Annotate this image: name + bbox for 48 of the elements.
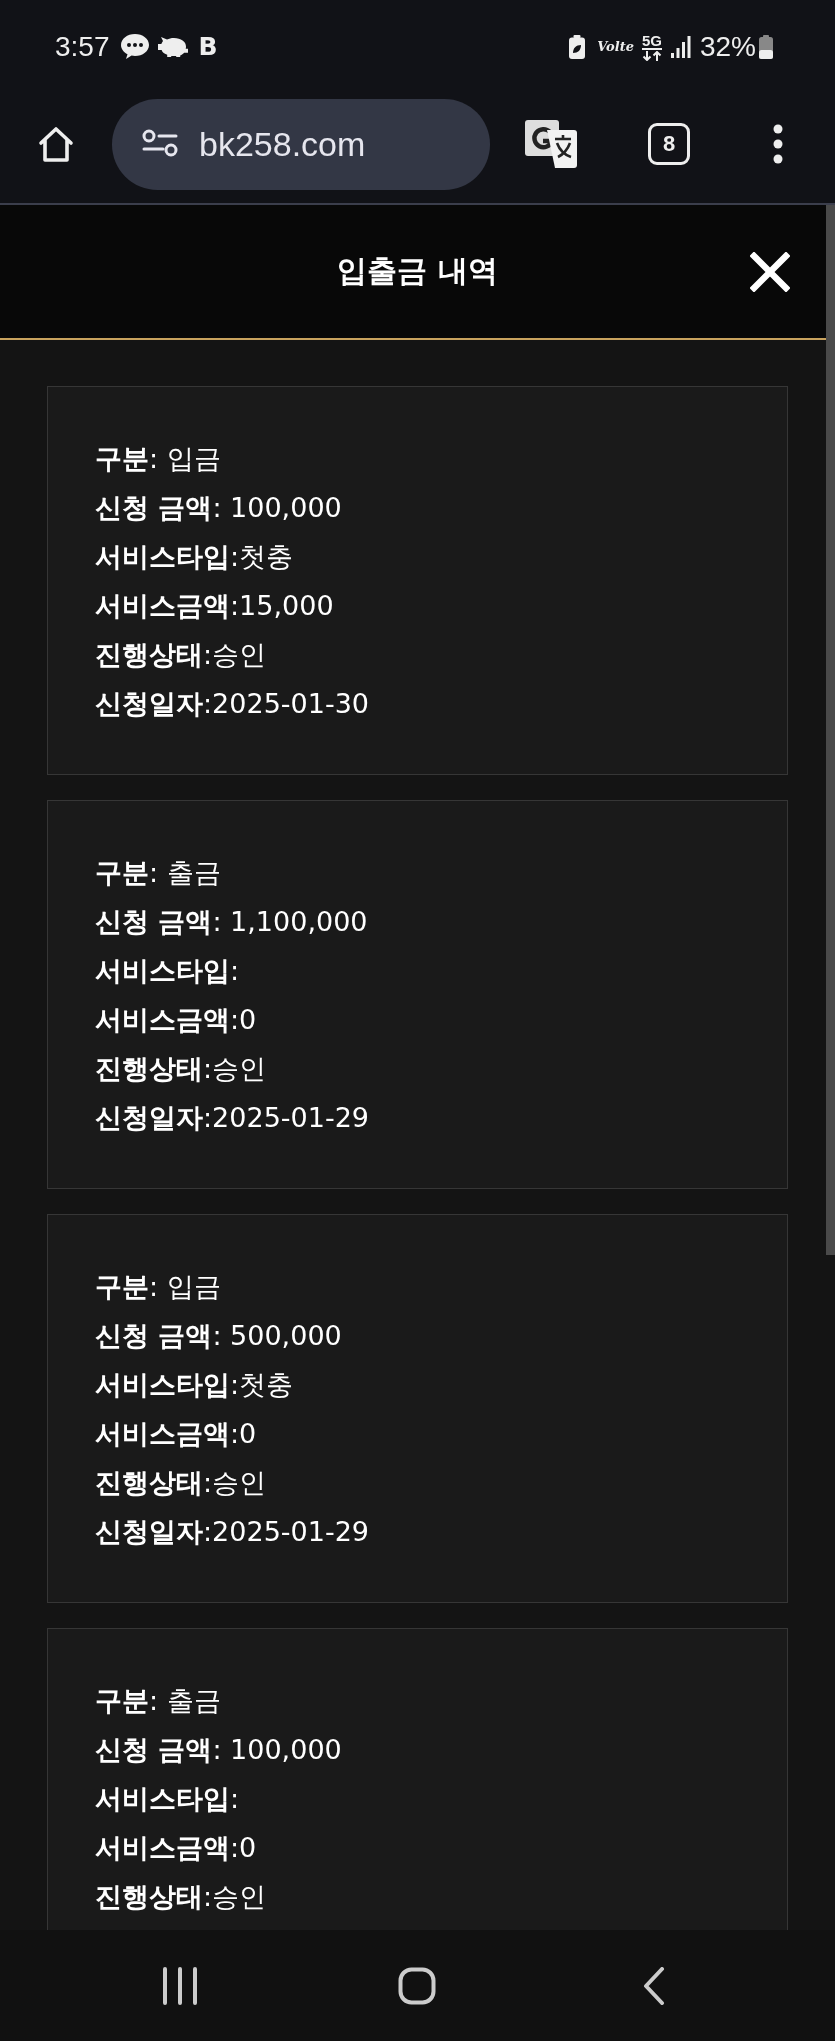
record-field: 서비스타입:첫충 (95, 532, 294, 581)
page-title: 입출금 내역 (337, 252, 498, 290)
record-field: 신청일자:2025-01-30 (95, 679, 369, 728)
record-field: 서비스금액:0 (95, 995, 257, 1044)
record-field: 진행상태:승인 (95, 630, 267, 679)
record-field: 신청 금액: 1,100,000 (95, 897, 368, 946)
tab-switcher-button[interactable]: 8 (648, 123, 690, 165)
back-icon (642, 1966, 665, 2005)
record-field: 신청 금액: 100,000 (95, 483, 342, 532)
more-options-icon (773, 124, 783, 164)
record-field: 구분: 출금 (95, 1676, 221, 1725)
piggy-bank-icon (156, 35, 189, 58)
battery-icon (759, 34, 773, 59)
close-button[interactable] (750, 251, 790, 292)
recent-apps-icon (162, 1966, 199, 2005)
record-field: 서비스타입: (95, 946, 240, 995)
record-field: 신청일자:2025-01-29 (95, 1507, 369, 1556)
record-field: 구분: 입금 (95, 434, 221, 483)
volte-indicator: Volte (597, 39, 634, 54)
scrollbar[interactable] (826, 205, 835, 1255)
url-text: bk258.com (199, 124, 366, 164)
status-time: 3:57 (55, 30, 110, 63)
network-type-label: 5G (641, 32, 662, 50)
record-field: 구분: 입금 (95, 1262, 221, 1311)
record-field: 서비스금액:0 (95, 1823, 257, 1872)
battery-leaf-icon (569, 34, 586, 59)
record-field: 진행상태:승인 (95, 1044, 267, 1093)
signal-icon (670, 35, 691, 58)
record-field: 서비스금액:15,000 (95, 581, 334, 630)
record-field: 신청 금액: 100,000 (95, 1725, 342, 1774)
record-field: 신청 금액: 500,000 (95, 1311, 342, 1360)
record-field: 신청일자:2025-01-29 (95, 1093, 369, 1142)
close-icon (750, 251, 790, 292)
site-settings-icon[interactable] (142, 129, 178, 159)
home-icon (36, 124, 76, 164)
chat-bubble-icon (119, 33, 150, 60)
translate-icon (525, 120, 577, 168)
battery-percentage: 32% (699, 30, 756, 63)
record-field: 진행상태:승인 (95, 1872, 267, 1921)
home-square-icon (398, 1966, 436, 2005)
record-field: 구분: 출금 (95, 848, 221, 897)
data-arrows-icon (641, 50, 662, 61)
app-logo: B (198, 34, 218, 59)
record-field: 진행상태:승인 (95, 1458, 267, 1507)
record-field: 서비스타입: (95, 1774, 240, 1823)
record-field: 서비스금액:0 (95, 1409, 257, 1458)
record-field: 서비스타입:첫충 (95, 1360, 294, 1409)
address-bar[interactable]: bk258.com (112, 98, 490, 190)
